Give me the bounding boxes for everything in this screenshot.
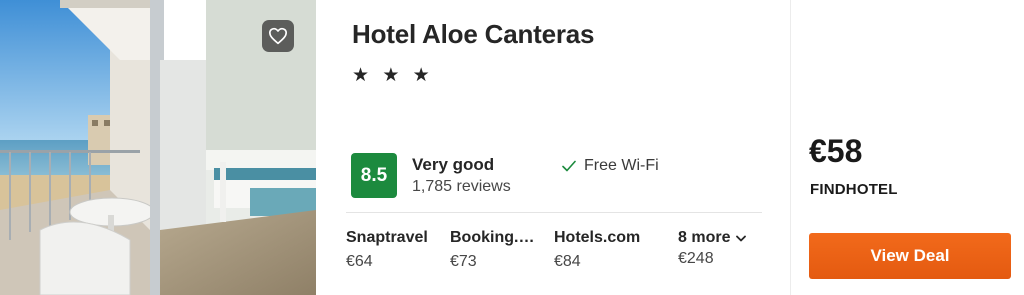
star-icon: ★ bbox=[382, 65, 404, 86]
star-icon: ★ bbox=[412, 65, 434, 86]
hotel-photo[interactable] bbox=[0, 0, 316, 295]
provider-booking[interactable]: Booking.… €73 bbox=[450, 229, 534, 271]
amenity-label: Free Wi-Fi bbox=[584, 157, 659, 174]
chevron-down-icon bbox=[736, 235, 747, 241]
star-rating: ★ ★ ★ bbox=[352, 64, 434, 87]
review-count[interactable]: 1,785 reviews bbox=[412, 178, 511, 196]
provider-price: €84 bbox=[554, 253, 581, 270]
hotel-name[interactable]: Hotel Aloe Canteras bbox=[352, 19, 595, 50]
more-providers-label: 8 more bbox=[678, 229, 731, 246]
hotel-card[interactable]: Hotel Aloe Canteras ★ ★ ★ 8.5 Very good … bbox=[0, 0, 1024, 295]
divider bbox=[346, 212, 762, 213]
checkmark-icon bbox=[562, 160, 576, 172]
provider-name[interactable]: Snaptravel bbox=[346, 229, 428, 247]
provider-name[interactable]: Booking.… bbox=[450, 229, 534, 247]
provider-price: €64 bbox=[346, 253, 373, 270]
more-providers-toggle[interactable]: 8 more bbox=[678, 229, 747, 247]
provider-price: €73 bbox=[450, 253, 477, 270]
hotel-info: Hotel Aloe Canteras ★ ★ ★ 8.5 Very good … bbox=[316, 0, 790, 295]
heart-icon bbox=[269, 27, 287, 45]
more-providers-price: €248 bbox=[678, 250, 714, 267]
star-icon: ★ bbox=[352, 65, 374, 86]
view-deal-button[interactable]: View Deal bbox=[809, 233, 1011, 279]
deal-source: FINDHOTEL bbox=[810, 181, 898, 198]
more-providers[interactable]: 8 more €248 bbox=[678, 229, 747, 268]
amenity-wifi: Free Wi-Fi bbox=[562, 157, 659, 175]
provider-snaptravel[interactable]: Snaptravel €64 bbox=[346, 229, 428, 271]
provider-name[interactable]: Hotels.com bbox=[554, 229, 640, 247]
rating-label: Very good bbox=[412, 155, 495, 174]
provider-hotels-com[interactable]: Hotels.com €84 bbox=[554, 229, 640, 271]
rating-score-badge: 8.5 bbox=[351, 153, 397, 198]
favorite-button[interactable] bbox=[262, 20, 294, 52]
deal-panel: €58 FINDHOTEL View Deal bbox=[790, 0, 1024, 295]
deal-price: €58 bbox=[809, 133, 863, 169]
